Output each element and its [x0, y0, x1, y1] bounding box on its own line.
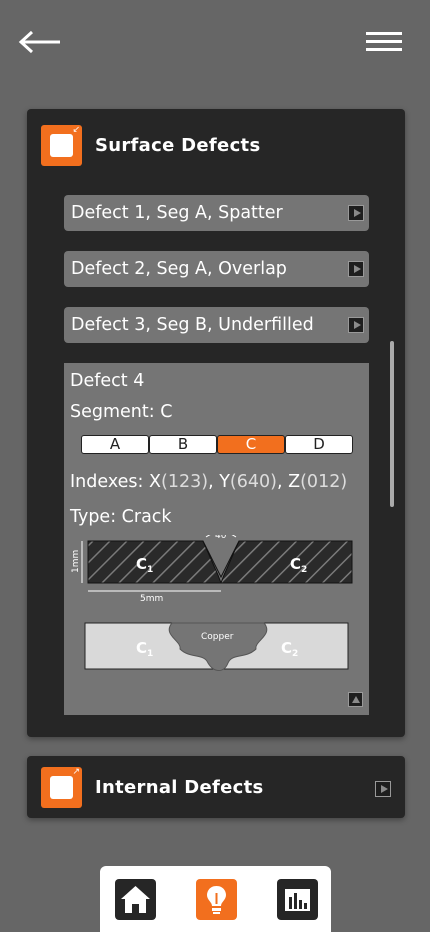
defect-row-label: Defect 3, Seg B, Underfilled — [71, 315, 314, 335]
defect-row-label: Defect 2, Seg A, Overlap — [71, 259, 287, 279]
crack-diagram: 40° 1mm 5mm C1 C2 Copper C1 C2 — [71, 535, 353, 671]
index-y-value: (640) — [229, 472, 277, 492]
angle-text: 40° — [215, 535, 231, 541]
play-icon[interactable] — [348, 261, 364, 277]
bar-chart-icon[interactable] — [277, 879, 318, 920]
width-text: 5mm — [140, 594, 163, 604]
top-bar — [0, 0, 430, 90]
index-x-value: (123) — [161, 472, 209, 492]
arrow-left-icon — [18, 30, 60, 54]
play-icon[interactable] — [348, 205, 364, 221]
play-icon[interactable] — [375, 781, 391, 797]
plate-c1 — [87, 540, 222, 584]
play-icon[interactable] — [348, 317, 364, 333]
expand-arrow-icon[interactable]: ↗ — [41, 766, 82, 808]
segment-label: Segment: C — [70, 402, 173, 422]
copper-label: Copper — [201, 632, 234, 642]
defect-4-title: Defect 4 — [70, 371, 145, 391]
type-label: Type: Crack — [70, 507, 172, 527]
index-z: Z — [288, 472, 301, 492]
hamburger-line — [366, 48, 402, 51]
collapse-arrow-icon[interactable]: ↙ — [41, 124, 82, 166]
internal-defects-title: Internal Defects — [95, 776, 264, 798]
hamburger-line — [366, 40, 402, 43]
segment-d-button[interactable]: D — [285, 435, 353, 454]
lightbulb-icon[interactable] — [196, 879, 237, 920]
height-text: 1mm — [71, 550, 81, 573]
internal-defects-header[interactable]: ↗ Internal Defects — [41, 766, 264, 808]
back-button[interactable] — [18, 26, 66, 58]
index-z-value: (012) — [300, 472, 348, 492]
index-y: Y — [219, 472, 230, 492]
segment-b-button[interactable]: B — [149, 435, 217, 454]
scrollbar[interactable] — [390, 341, 394, 507]
plate-c2 — [220, 540, 353, 584]
internal-defects-panel[interactable]: ↗ Internal Defects — [27, 756, 405, 818]
menu-button[interactable] — [366, 32, 402, 56]
collapse-up-icon[interactable] — [348, 692, 363, 707]
defect-row-2[interactable]: Defect 2, Seg A, Overlap — [64, 251, 369, 287]
surface-defects-panel: ↙ Surface Defects Defect 1, Seg A, Spatt… — [27, 109, 405, 737]
segment-c-button[interactable]: C — [217, 435, 285, 454]
index-x: X — [149, 472, 161, 492]
indexes-label: Indexes: — [70, 472, 144, 492]
defect-row-1[interactable]: Defect 1, Seg A, Spatter — [64, 195, 369, 231]
indexes-line: Indexes: X(123), Y(640), Z(012) — [70, 472, 348, 492]
segment-a-button[interactable]: A — [81, 435, 149, 454]
segment-selector: A B C D — [81, 435, 353, 454]
home-icon[interactable] — [115, 879, 156, 920]
defect-row-3[interactable]: Defect 3, Seg B, Underfilled — [64, 307, 369, 343]
hamburger-line — [366, 32, 402, 35]
defect-row-label: Defect 1, Seg A, Spatter — [71, 203, 283, 223]
surface-defects-header[interactable]: ↙ Surface Defects — [41, 124, 260, 166]
defect-4-detail: Defect 4 Segment: C A B C D Indexes: X(1… — [64, 363, 369, 715]
surface-defects-title: Surface Defects — [95, 134, 261, 156]
bottom-nav — [100, 866, 331, 932]
